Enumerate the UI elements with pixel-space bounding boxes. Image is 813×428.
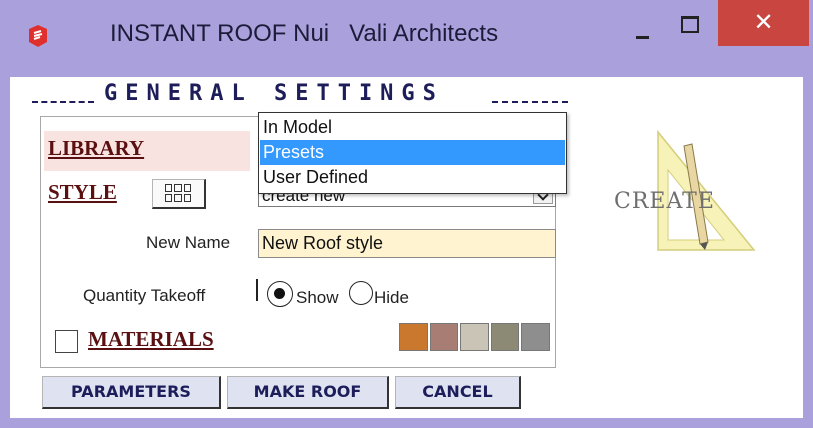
maximize-button[interactable] [667, 10, 712, 50]
sketchup-icon [29, 25, 47, 47]
material-swatch[interactable] [490, 323, 520, 351]
material-swatch[interactable] [521, 323, 550, 351]
create-logo-text: CREATE [614, 189, 715, 214]
close-button[interactable]: ✕ [718, 0, 809, 46]
dropdown-option-in-model[interactable]: In Model [260, 115, 565, 140]
new-name-input[interactable] [258, 229, 556, 258]
grid-icon [165, 184, 191, 202]
header-rule-left [32, 101, 94, 103]
material-swatch[interactable] [399, 323, 428, 351]
create-logo: CREATE [614, 129, 756, 251]
new-name-label: New Name [146, 233, 231, 252]
materials-checkbox[interactable] [55, 330, 78, 353]
material-swatch[interactable] [429, 323, 459, 351]
style-grid-button[interactable] [152, 179, 206, 209]
header-rule-right [492, 101, 568, 103]
show-radio[interactable] [267, 281, 293, 307]
dropdown-option-user-defined[interactable]: User Defined [260, 165, 565, 190]
make-roof-button[interactable]: MAKE ROOF [227, 376, 389, 409]
quantity-takeoff-divider [256, 279, 258, 301]
library-dropdown-list[interactable]: In Model Presets User Defined [258, 112, 567, 194]
title-bar[interactable]: INSTANT ROOF Nui Vali Architects ✕ [0, 0, 813, 75]
cancel-button[interactable]: CANCEL [395, 376, 521, 409]
hide-radio-label[interactable]: Hide [374, 288, 409, 308]
materials-label[interactable]: MATERIALS [88, 327, 214, 352]
parameters-button[interactable]: PARAMETERS [42, 376, 221, 409]
minimize-button[interactable] [617, 10, 667, 50]
material-swatch[interactable] [460, 323, 489, 351]
material-swatches[interactable] [399, 323, 550, 351]
plugin-window: INSTANT ROOF Nui Vali Architects ✕ GENER… [0, 0, 813, 428]
quantity-takeoff-label: Quantity Takeoff [83, 286, 206, 305]
window-title: INSTANT ROOF Nui Vali Architects [110, 20, 499, 47]
dropdown-option-presets[interactable]: Presets [260, 140, 565, 165]
hide-radio[interactable] [349, 281, 373, 305]
general-settings-heading: GENERAL SETTINGS [104, 81, 444, 106]
style-label[interactable]: STYLE [48, 180, 117, 205]
show-radio-label[interactable]: Show [296, 288, 339, 308]
library-label[interactable]: LIBRARY [48, 136, 144, 161]
